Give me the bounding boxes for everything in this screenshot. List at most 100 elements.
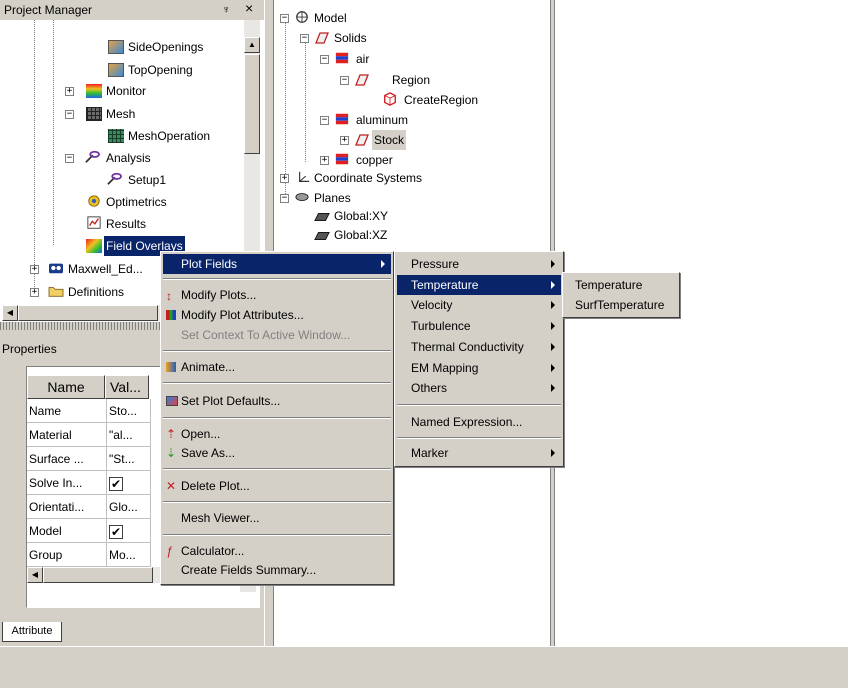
tab-attribute[interactable]: Attribute <box>2 622 62 642</box>
solve-inside-checkbox[interactable]: ✔ <box>109 476 123 491</box>
menu-item-surf-temperature[interactable]: SurfTemperature <box>565 295 677 315</box>
column-header-value[interactable]: Val... <box>105 375 149 399</box>
collapse-icon[interactable]: − <box>300 34 309 43</box>
submenu-arrow-icon <box>551 449 555 457</box>
tree-item-mesh[interactable]: − Mesh <box>0 104 240 124</box>
menu-item-velocity[interactable]: Velocity <box>397 295 561 315</box>
menu-item-animate[interactable]: Animate... <box>163 357 391 377</box>
tree-item-setup1[interactable]: Setup1 <box>0 170 240 190</box>
collapse-icon[interactable]: − <box>340 76 349 85</box>
tree-item-sideopenings[interactable]: SideOpenings <box>0 37 240 57</box>
menu-item-plot-fields[interactable]: Plot Fields <box>163 254 391 274</box>
column-header-name[interactable]: Name <box>27 375 105 399</box>
collapse-icon[interactable]: − <box>65 154 74 163</box>
tree-item-label: Global:XY <box>334 209 389 223</box>
property-value[interactable]: "St... <box>107 447 151 471</box>
close-icon[interactable]: × <box>245 1 253 15</box>
application-window: Project Manager ♆ × SideOpenings TopOpen… <box>0 0 848 688</box>
tree-item-planes[interactable]: − Planes <box>274 188 544 208</box>
scroll-left-button[interactable]: ◀ <box>2 305 18 321</box>
collapse-icon[interactable]: − <box>280 194 289 203</box>
menu-item-label: Others <box>411 381 448 395</box>
hscroll-thumb[interactable] <box>18 305 158 321</box>
model-checkbox[interactable]: ✔ <box>109 524 123 539</box>
tree-item-solids[interactable]: − Solids <box>274 28 544 48</box>
menu-item-label: Animate... <box>181 360 236 374</box>
property-value[interactable]: Mo... <box>107 543 151 567</box>
menu-item-temperature[interactable]: Temperature <box>397 275 561 295</box>
tree-item-createregion[interactable]: CreateRegion <box>274 90 544 110</box>
menu-item-modify-plot-attributes[interactable]: Modify Plot Attributes... <box>163 305 391 325</box>
menu-item-calculator[interactable]: ƒ Calculator... <box>163 541 391 561</box>
property-value-checkbox[interactable]: ✔ <box>107 471 151 495</box>
collapse-icon[interactable]: − <box>320 55 329 64</box>
tree-item-region[interactable]: − Region <box>274 70 544 90</box>
property-value-checkbox[interactable]: ✔ <box>107 519 151 543</box>
menu-item-open[interactable]: ⇡ Open... <box>163 424 391 444</box>
scroll-left-button[interactable]: ◀ <box>27 567 43 583</box>
expand-icon[interactable]: + <box>320 156 329 165</box>
menu-item-mesh-viewer[interactable]: Mesh Viewer... <box>163 508 391 528</box>
plot-fields-submenu: Pressure Temperature Velocity Turbulence… <box>394 251 564 467</box>
tree-item-coordinate-systems[interactable]: + Coordinate Systems <box>274 168 544 188</box>
collapse-icon[interactable]: − <box>320 116 329 125</box>
menu-item-others[interactable]: Others <box>397 378 561 398</box>
property-value[interactable]: Sto... <box>107 399 151 423</box>
pin-icon[interactable]: ♆ <box>222 3 230 17</box>
expand-icon[interactable]: + <box>280 174 289 183</box>
expand-icon[interactable]: + <box>65 87 74 96</box>
solid-icon <box>355 134 369 146</box>
menu-item-label: Modify Plots... <box>181 288 257 302</box>
property-name: Model <box>27 519 107 543</box>
property-value[interactable]: "al... <box>107 423 151 447</box>
menu-item-create-fields-summary[interactable]: Create Fields Summary... <box>163 560 391 580</box>
menu-item-marker[interactable]: Marker <box>397 443 561 463</box>
tree-item-meshoperation[interactable]: MeshOperation <box>0 126 240 146</box>
scroll-up-button[interactable]: ▲ <box>244 37 260 53</box>
plane-icon <box>314 232 330 240</box>
menu-item-set-context[interactable]: Set Context To Active Window... <box>163 325 391 345</box>
menu-item-temperature-field[interactable]: Temperature <box>565 275 677 295</box>
tree-item-label: copper <box>356 153 393 167</box>
submenu-arrow-icon <box>551 322 555 330</box>
model-root[interactable]: − Model <box>274 8 544 28</box>
menu-item-label: Set Context To Active Window... <box>181 328 351 342</box>
expand-icon[interactable]: + <box>30 265 39 274</box>
menu-item-modify-plots[interactable]: ↕ Modify Plots... <box>163 285 391 305</box>
tree-item-topopening[interactable]: TopOpening <box>0 60 240 80</box>
tree-item-monitor[interactable]: + Monitor <box>0 81 240 101</box>
menu-item-save-as[interactable]: ⇣ Save As... <box>163 443 391 463</box>
hscroll-thumb[interactable] <box>43 567 153 583</box>
solid-icon <box>315 32 329 44</box>
menu-item-delete-plot[interactable]: ✕ Delete Plot... <box>163 476 391 496</box>
expand-icon[interactable]: + <box>340 136 349 145</box>
menu-item-em-mapping[interactable]: EM Mapping <box>397 358 561 378</box>
menu-item-set-plot-defaults[interactable]: Set Plot Defaults... <box>163 391 391 411</box>
tree-item-air[interactable]: − air <box>274 49 544 69</box>
tree-item-aluminum[interactable]: − aluminum <box>274 110 544 130</box>
material-icon <box>335 113 349 125</box>
submenu-arrow-icon <box>551 260 555 268</box>
tree-item-stock[interactable]: + Stock <box>274 130 544 150</box>
property-value[interactable]: Glo... <box>107 495 151 519</box>
scroll-thumb[interactable] <box>244 54 260 154</box>
menu-separator <box>163 501 391 503</box>
menu-item-named-expression[interactable]: Named Expression... <box>397 412 561 432</box>
tree-item-label: TopOpening <box>128 63 193 77</box>
menu-item-turbulence[interactable]: Turbulence <box>397 316 561 336</box>
tree-item-global-xy[interactable]: Global:XY <box>274 206 544 226</box>
material-icon <box>335 52 349 64</box>
collapse-icon[interactable]: − <box>65 110 74 119</box>
collapse-icon[interactable]: − <box>280 14 289 23</box>
tree-item-copper[interactable]: + copper <box>274 150 544 170</box>
tree-item-optimetrics[interactable]: Optimetrics <box>0 192 240 212</box>
tree-item-results[interactable]: Results <box>0 214 240 234</box>
plot-attributes-icon <box>166 310 176 320</box>
menu-item-pressure[interactable]: Pressure <box>397 254 561 274</box>
expand-icon[interactable]: + <box>30 288 39 297</box>
tree-item-analysis[interactable]: − Analysis <box>0 148 240 168</box>
tree-item-global-xz[interactable]: Global:XZ <box>274 225 544 245</box>
submenu-arrow-icon <box>551 364 555 372</box>
results-icon <box>87 216 101 229</box>
menu-item-thermal-conductivity[interactable]: Thermal Conductivity <box>397 337 561 357</box>
